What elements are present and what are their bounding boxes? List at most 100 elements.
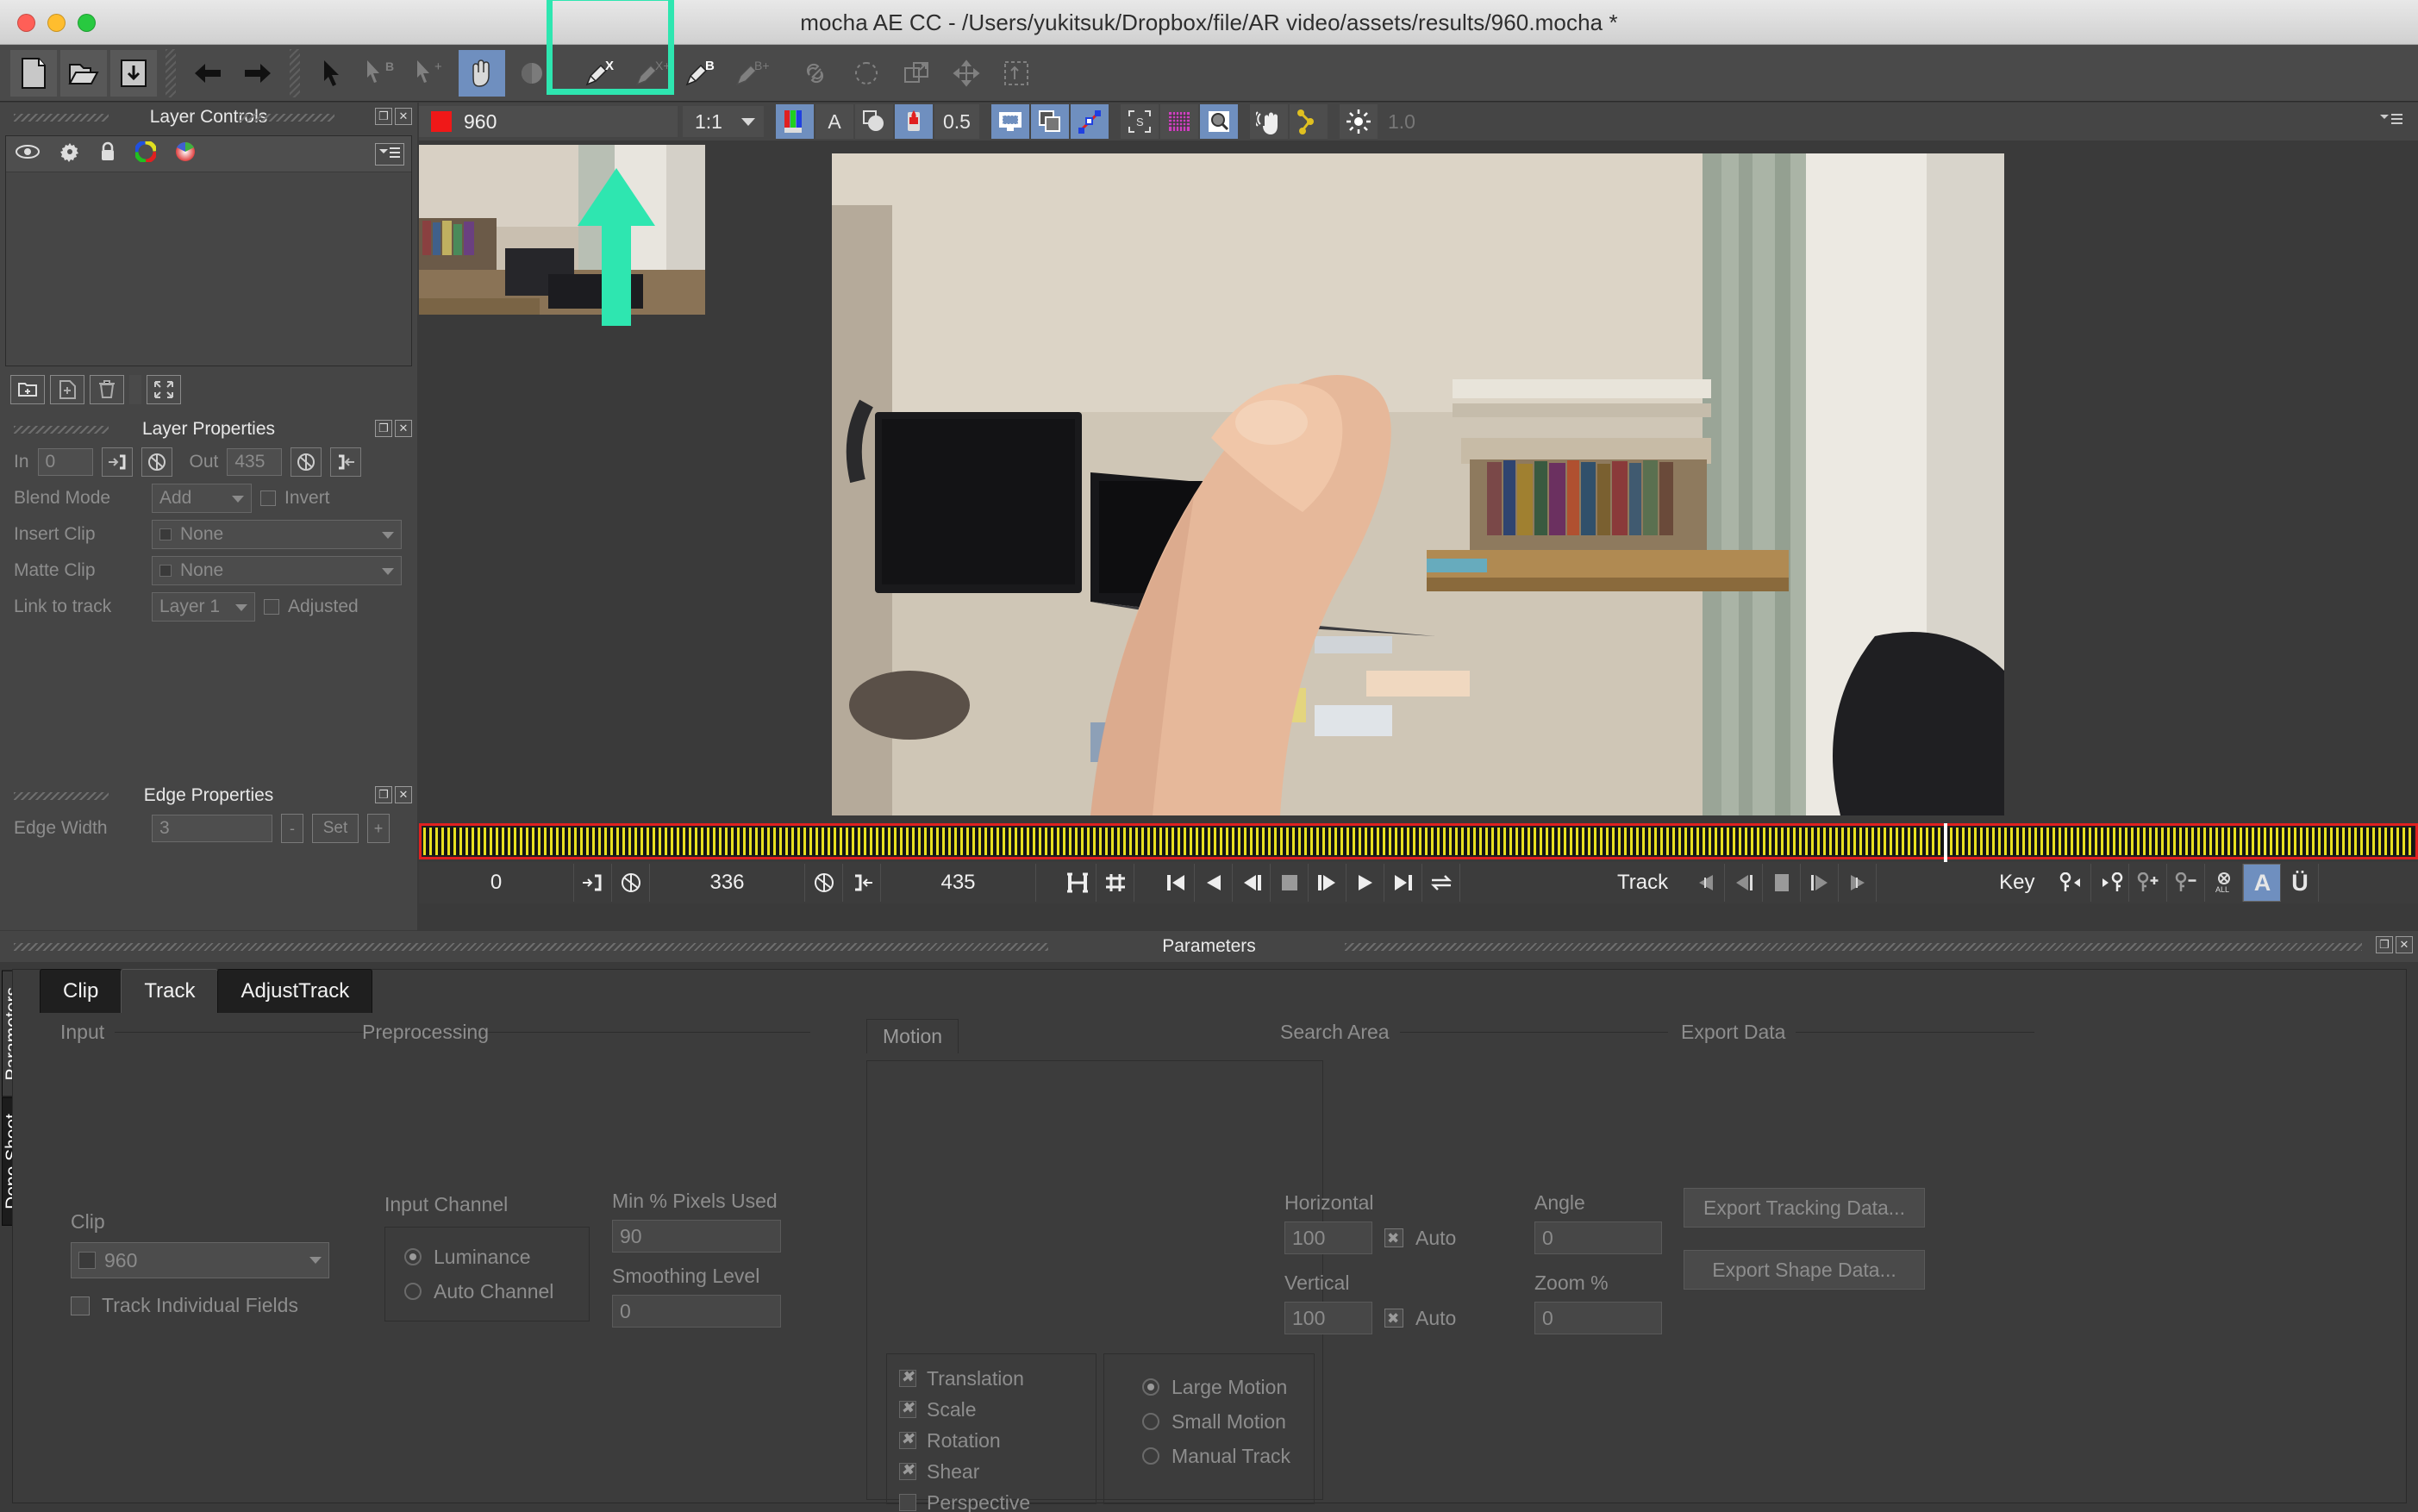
alpha-channel-icon[interactable]: A	[815, 104, 853, 139]
pointer-icon[interactable]	[308, 48, 356, 97]
radio-small-motion[interactable]: Small Motion	[1142, 1404, 1314, 1439]
loop-button[interactable]	[1422, 864, 1460, 902]
track-path-icon[interactable]	[1289, 104, 1328, 139]
track-forward-frame-button[interactable]	[1801, 864, 1840, 902]
export-shape-data-button[interactable]: Export Shape Data...	[1684, 1250, 1925, 1290]
radio-auto-channel[interactable]: Auto Channel	[404, 1274, 589, 1309]
undo-key-button[interactable]: Ü	[2281, 864, 2320, 902]
checkbox-translation[interactable]: Translation	[899, 1363, 1096, 1394]
edge-width-set-button[interactable]: Set	[312, 814, 359, 843]
link-to-track-select[interactable]: Layer 1	[152, 592, 255, 622]
open-project-icon[interactable]	[59, 48, 108, 97]
blend-mode-select[interactable]: Add	[152, 484, 252, 513]
close-icon-2[interactable]: ✕	[395, 420, 412, 437]
zoom-circle-icon[interactable]	[508, 48, 556, 97]
insert-clip-select[interactable]: None	[152, 520, 402, 549]
remove-key-button[interactable]	[2167, 864, 2206, 902]
tab-track[interactable]: Track	[121, 969, 219, 1013]
rgb-channels-icon[interactable]	[775, 104, 814, 139]
in-field[interactable]: 0	[37, 448, 93, 476]
layers-icon[interactable]	[1030, 104, 1069, 139]
vertical-field[interactable]: 100	[1284, 1302, 1372, 1334]
out-field[interactable]: 435	[227, 448, 283, 476]
matte-clip-select[interactable]: None	[152, 556, 402, 585]
auto-key-button[interactable]: A	[2243, 864, 2282, 902]
delete-layer-icon[interactable]	[90, 375, 124, 404]
go-to-end-button[interactable]	[1384, 864, 1422, 902]
move-icon[interactable]	[942, 48, 990, 97]
layer-list[interactable]	[6, 172, 411, 366]
play-backward-button[interactable]	[1195, 864, 1233, 902]
pan-hand-icon[interactable]	[458, 48, 506, 97]
new-layer-icon[interactable]	[50, 375, 84, 404]
back-arrow-icon[interactable]	[184, 48, 232, 97]
next-key-button[interactable]	[2091, 864, 2130, 902]
checkbox-perspective[interactable]: Perspective	[899, 1487, 1096, 1512]
save-project-icon[interactable]	[109, 48, 158, 97]
edge-width-field[interactable]: 3	[152, 815, 272, 842]
radio-large-motion[interactable]: Large Motion	[1142, 1370, 1314, 1404]
close-icon-4[interactable]: ✕	[2396, 936, 2413, 953]
timeline-playhead[interactable]	[1944, 823, 1947, 863]
marquee-icon[interactable]	[992, 48, 1040, 97]
set-out-point-icon[interactable]	[843, 864, 881, 902]
go-to-start-button[interactable]	[1157, 864, 1195, 902]
play-forward-button[interactable]	[1346, 864, 1384, 902]
track-stop-button[interactable]	[1763, 864, 1802, 902]
horizontal-auto-checkbox[interactable]: ✖	[1384, 1228, 1403, 1247]
step-forward-button[interactable]	[1309, 864, 1346, 902]
matte-overlay-icon[interactable]	[854, 104, 893, 139]
motion-tab-label[interactable]: Motion	[866, 1019, 959, 1053]
float-icon-4[interactable]: ❐	[2376, 936, 2393, 953]
zoom-percent-field[interactable]: 0	[1534, 1302, 1662, 1334]
float-icon-3[interactable]: ❐	[375, 786, 392, 803]
clip-select[interactable]: 960	[71, 1242, 329, 1278]
in-keyframe-icon[interactable]	[141, 447, 172, 477]
paint-bucket-icon[interactable]	[894, 104, 933, 139]
fit-icon[interactable]	[147, 375, 181, 404]
checkbox-shear[interactable]: Shear	[899, 1456, 1096, 1487]
adjusted-checkbox[interactable]	[264, 599, 279, 615]
add-key-button[interactable]	[2129, 864, 2168, 902]
grid-icon[interactable]	[1159, 104, 1198, 139]
pointer-b-icon[interactable]: B	[358, 48, 406, 97]
viewer-clip-selector[interactable]: 960	[419, 106, 678, 137]
prev-key-button[interactable]	[2053, 864, 2092, 902]
invert-checkbox[interactable]	[260, 490, 276, 506]
toolbar-gripper-2[interactable]	[290, 48, 300, 97]
in-keyframe-toggle-icon[interactable]	[612, 864, 650, 902]
fit-clip-icon[interactable]	[1059, 864, 1097, 902]
radio-luminance[interactable]: Luminance	[404, 1240, 589, 1274]
set-out-icon[interactable]	[330, 447, 362, 477]
new-group-icon[interactable]	[10, 375, 45, 404]
min-pixels-field[interactable]: 90	[612, 1220, 781, 1253]
set-in-point-icon[interactable]	[574, 864, 612, 902]
frame-current-field[interactable]: 336	[650, 864, 805, 902]
reshape-icon[interactable]	[842, 48, 890, 97]
xspline-add-icon[interactable]: X+	[627, 48, 675, 97]
bezier-pen-icon[interactable]: B	[677, 48, 725, 97]
brightness-icon[interactable]	[1339, 104, 1378, 139]
step-back-button[interactable]	[1233, 864, 1271, 902]
edge-width-decrement-button[interactable]: -	[281, 814, 303, 843]
viewer-zoom-selector[interactable]: 1:1	[683, 106, 764, 137]
export-tracking-data-button[interactable]: Export Tracking Data...	[1684, 1188, 1925, 1228]
track-individual-fields-checkbox[interactable]	[71, 1296, 90, 1315]
tab-clip[interactable]: Clip	[40, 969, 122, 1013]
track-forward-button[interactable]	[1839, 864, 1878, 902]
stabilize-icon[interactable]: S	[1120, 104, 1159, 139]
checkbox-rotation[interactable]: Rotation	[899, 1425, 1096, 1456]
vertical-auto-checkbox[interactable]: ✖	[1384, 1309, 1403, 1328]
out-keyframe-toggle-icon[interactable]	[805, 864, 843, 902]
toolbar-gripper[interactable]	[166, 48, 176, 97]
bezier-add-icon[interactable]: B+	[727, 48, 775, 97]
eye-icon[interactable]	[15, 143, 41, 165]
forward-arrow-icon[interactable]	[234, 48, 282, 97]
hand-motion-icon[interactable]	[1249, 104, 1288, 139]
close-icon[interactable]: ✕	[395, 108, 412, 125]
clip-viewer[interactable]	[832, 153, 2004, 815]
edge-width-increment-button[interactable]: +	[367, 814, 390, 843]
track-backward-button[interactable]	[1687, 864, 1726, 902]
set-in-icon[interactable]	[101, 447, 133, 477]
delete-all-keys-button[interactable]: ALL	[2205, 864, 2244, 902]
